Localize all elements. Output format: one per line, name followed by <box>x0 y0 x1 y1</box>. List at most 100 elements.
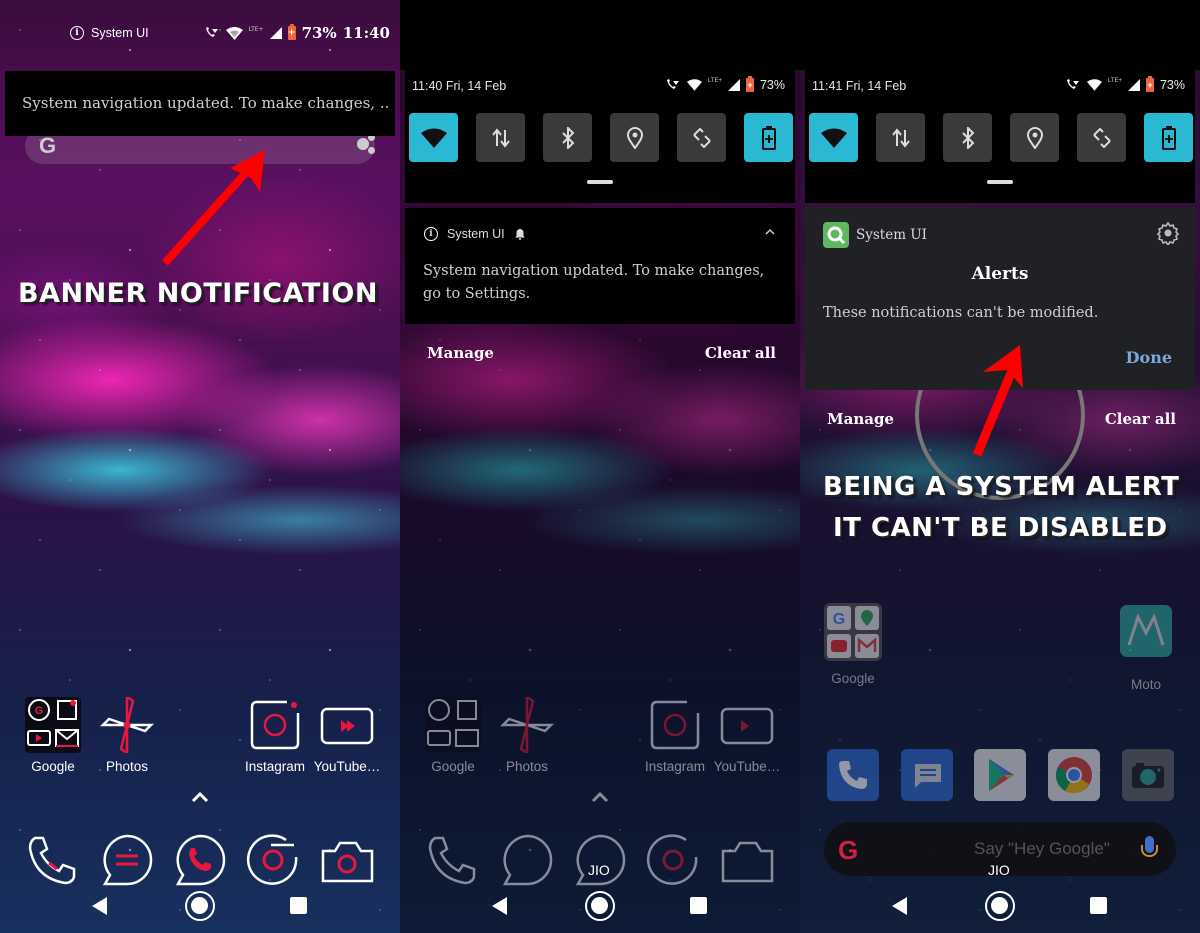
google-folder-icon <box>425 697 481 753</box>
home-button[interactable] <box>185 891 215 921</box>
shade-drag-handle[interactable] <box>587 180 613 184</box>
svg-text:G: G <box>35 705 44 717</box>
wifi-icon <box>420 128 447 148</box>
camera-icon <box>1122 749 1174 801</box>
tile-auto-rotate[interactable] <box>677 113 726 162</box>
done-button[interactable]: Done <box>1126 348 1172 367</box>
shade-top <box>400 0 800 70</box>
app-label: Google <box>431 759 475 774</box>
signal-icon <box>1127 79 1140 91</box>
app-label: YouTube… <box>713 759 781 774</box>
info-icon: i <box>70 26 84 40</box>
tile-battery-saver[interactable] <box>744 113 793 162</box>
status-notification-app: i System UI <box>70 26 149 40</box>
status-app-name: System UI <box>91 26 149 40</box>
gear-icon[interactable] <box>1156 221 1180 245</box>
back-button[interactable] <box>492 897 507 915</box>
dialog-app-name: System UI <box>856 227 928 243</box>
clear-all-button[interactable]: Clear all <box>1105 410 1176 428</box>
app-google-folder: Google <box>418 697 488 774</box>
app-moto: Moto <box>1111 605 1181 692</box>
tile-location[interactable] <box>610 113 659 162</box>
google-folder-icon: G <box>25 697 81 753</box>
lte-label: LTE+ <box>1107 78 1122 84</box>
app-youtube[interactable]: YouTube… <box>312 697 382 774</box>
date-time: 11:41 Fri, 14 Feb <box>812 79 907 93</box>
manage-button[interactable]: Manage <box>827 410 894 428</box>
google-folder-icon: G <box>824 603 882 661</box>
quick-settings: 11:41 Fri, 14 Feb LTE+ 73% <box>805 70 1195 203</box>
photos-icon <box>499 697 555 753</box>
clock: 11:40 <box>342 24 390 42</box>
app-drawer-chevron-icon[interactable] <box>190 790 210 804</box>
app-drawer-chevron-icon <box>591 791 609 803</box>
messages-icon <box>901 749 953 801</box>
back-button[interactable] <box>892 897 907 915</box>
wifi-calling-icon <box>205 27 218 37</box>
status-icons: LTE+ 73% 11:40 <box>204 24 390 42</box>
annotation-arrow <box>972 345 1023 457</box>
bluetooth-icon <box>961 126 974 149</box>
date-time: 11:40 Fri, 14 Feb <box>412 79 507 93</box>
svg-text:G: G <box>833 611 845 628</box>
manage-button[interactable]: Manage <box>427 344 494 362</box>
battery-icon <box>1145 76 1154 92</box>
tile-mobile-data[interactable] <box>476 113 525 162</box>
annotation-caption-line1: BEING A SYSTEM ALERT <box>823 472 1180 502</box>
data-arrows-icon <box>491 127 510 148</box>
bluetooth-icon <box>561 126 574 149</box>
home-button[interactable] <box>585 891 615 921</box>
app-label: Instagram <box>644 759 706 774</box>
wifi-icon <box>686 79 702 91</box>
annotation-caption-line2: IT CAN'T BE DISABLED <box>833 513 1168 543</box>
wifi-icon <box>1086 79 1102 91</box>
notification-card[interactable]: i System UI System navigation updated. T… <box>405 208 795 324</box>
location-pin-icon <box>1026 126 1043 149</box>
app-google-folder[interactable]: G Google <box>18 697 88 774</box>
notification-app-name: System UI <box>447 227 505 241</box>
home-button[interactable] <box>985 891 1015 921</box>
app-instagram[interactable]: Instagram <box>240 697 310 774</box>
tile-bluetooth[interactable] <box>943 113 992 162</box>
lte-label: LTE+ <box>248 25 264 33</box>
navigation-bar <box>800 873 1200 933</box>
tile-bluetooth[interactable] <box>543 113 592 162</box>
navigation-bar <box>0 873 400 933</box>
panel-notification-shade: 11:40 Fri, 14 Feb LTE+ 73% <box>400 0 800 933</box>
tile-wifi[interactable] <box>409 113 458 162</box>
collapse-chevron-icon[interactable] <box>765 228 775 235</box>
tile-wifi[interactable] <box>809 113 858 162</box>
quick-settings: 11:40 Fri, 14 Feb LTE+ 73% <box>405 70 795 203</box>
back-button[interactable] <box>92 897 107 915</box>
annotation-caption: BANNER NOTIFICATION <box>18 278 378 309</box>
app-photos[interactable]: Photos <box>92 697 162 774</box>
app-youtube: YouTube… <box>712 697 782 774</box>
banner-notification[interactable]: System navigation updated. To make chang… <box>5 71 395 136</box>
notification-header: i System UI <box>424 227 526 241</box>
recents-button[interactable] <box>690 897 707 914</box>
mic-icon[interactable] <box>1141 836 1158 857</box>
app-label: Photos <box>105 759 149 774</box>
clear-all-button[interactable]: Clear all <box>705 344 776 362</box>
dialog-title: Alerts <box>971 264 1029 284</box>
search-hint: Say "Hey Google" <box>974 839 1110 858</box>
recents-button[interactable] <box>290 897 307 914</box>
recents-button[interactable] <box>1090 897 1107 914</box>
annotation-arrow <box>162 150 265 266</box>
tile-mobile-data[interactable] <box>876 113 925 162</box>
moto-icon <box>1120 605 1172 657</box>
battery-percent: 73% <box>1159 78 1185 92</box>
signal-icon <box>727 79 740 91</box>
tile-location[interactable] <box>1010 113 1059 162</box>
tile-battery-saver[interactable] <box>1144 113 1193 162</box>
battery-icon <box>745 76 754 92</box>
app-photos: Photos <box>492 697 562 774</box>
android-q-app-icon <box>823 222 849 248</box>
info-icon: i <box>424 227 438 241</box>
tile-auto-rotate[interactable] <box>1077 113 1126 162</box>
shade-top <box>800 0 1200 70</box>
quick-tiles <box>809 113 1193 162</box>
chrome-icon <box>1048 749 1100 801</box>
data-arrows-icon <box>891 127 910 148</box>
shade-drag-handle[interactable] <box>987 180 1013 184</box>
